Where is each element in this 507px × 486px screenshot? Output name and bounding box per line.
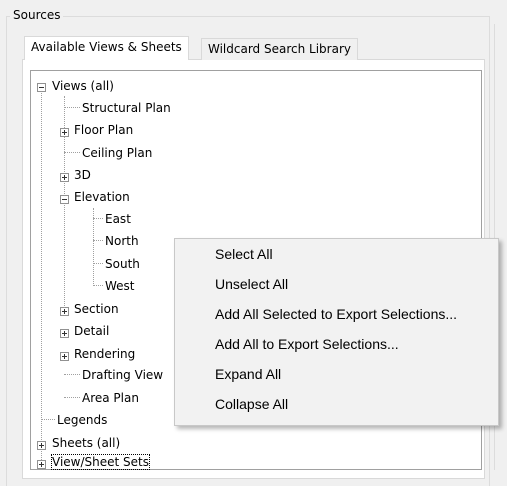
tree-line [64,374,80,375]
tree-node-structural-plan[interactable]: Structural Plan [82,100,171,116]
collapse-icon[interactable] [60,195,69,204]
tree-line [93,208,94,286]
tab-available-views-sheets[interactable]: Available Views & Sheets [24,36,189,60]
tree-line [41,419,55,420]
expand-icon[interactable] [60,329,69,338]
expand-icon[interactable] [60,307,69,316]
tree-node-north[interactable]: North [105,233,139,249]
menu-item-expand-all[interactable]: Expand All [215,363,281,385]
tree-line [41,88,42,464]
menu-item-add-all-to-export[interactable]: Add All to Export Selections... [215,333,399,355]
tree-node-east[interactable]: East [105,211,131,227]
expand-icon[interactable] [60,352,69,361]
tree-line [93,285,103,286]
sources-group-title: Sources [10,8,64,22]
tree-line [93,240,103,241]
tree-node-south[interactable]: South [105,256,140,272]
tree-node-views-all[interactable]: Views (all) [52,78,114,94]
expand-icon[interactable] [60,128,69,137]
menu-item-collapse-all[interactable]: Collapse All [215,393,288,415]
tree-line [93,263,103,264]
tree-node-legends[interactable]: Legends [57,412,107,428]
tree-line [64,107,80,108]
menu-item-unselect-all[interactable]: Unselect All [215,273,288,295]
tree-node-area-plan[interactable]: Area Plan [82,390,139,406]
tree-node-section[interactable]: Section [74,301,119,317]
tree-node-3d[interactable]: 3D [74,167,91,183]
tree-node-floor-plan[interactable]: Floor Plan [74,122,133,138]
tree-line [64,152,80,153]
tree-node-detail[interactable]: Detail [74,323,109,339]
tree-node-view-sheet-sets[interactable]: View/Sheet Sets [51,454,150,470]
tree-line [93,218,103,219]
tree-node-elevation[interactable]: Elevation [74,189,130,205]
tab-wildcard-search-library[interactable]: Wildcard Search Library [201,38,358,60]
tree-node-rendering[interactable]: Rendering [74,346,135,362]
tree-node-sheets-all[interactable]: Sheets (all) [52,435,120,451]
expand-icon[interactable] [37,460,46,469]
expand-icon[interactable] [60,173,69,182]
tree-line [64,397,80,398]
expand-icon[interactable] [37,441,46,450]
tree-node-ceiling-plan[interactable]: Ceiling Plan [82,145,152,161]
menu-item-select-all[interactable]: Select All [215,243,273,265]
tree-node-drafting-view[interactable]: Drafting View [82,367,174,383]
context-menu: Select All Unselect All Add All Selected… [174,238,499,426]
menu-item-add-all-selected-to-export[interactable]: Add All Selected to Export Selections... [215,303,457,325]
tree-node-west[interactable]: West [105,278,135,294]
collapse-icon[interactable] [37,83,46,92]
